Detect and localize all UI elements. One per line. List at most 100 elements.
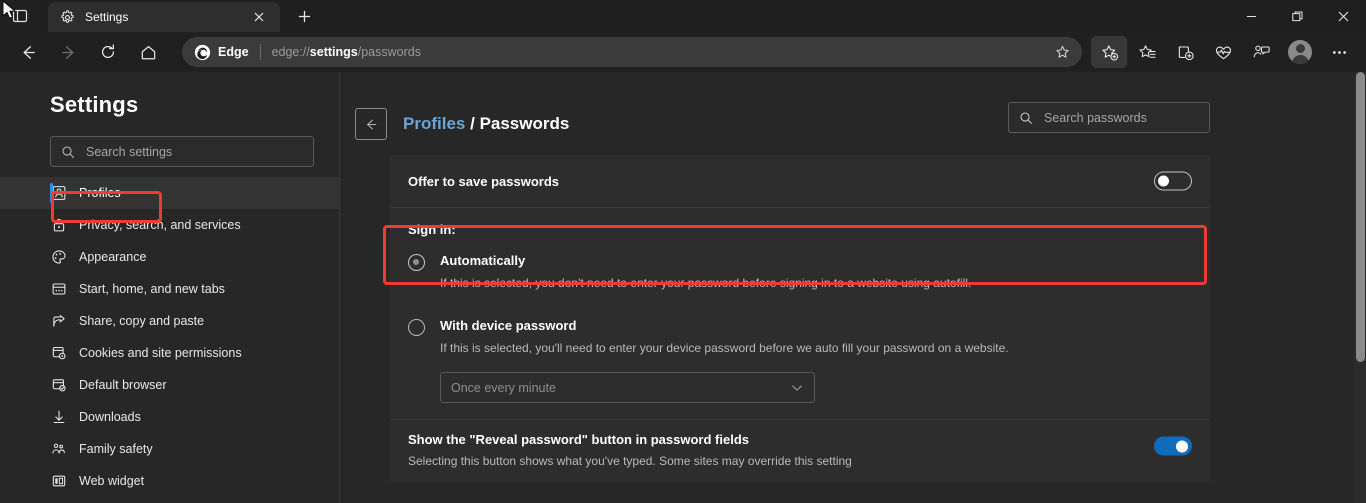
radio-with-device-password[interactable] [408,319,425,337]
browser-tab-settings[interactable]: Settings [48,2,280,32]
omnibox-separator [259,44,261,60]
sidebar-item-family-safety[interactable]: Family safety [0,433,339,465]
edge-brand-chip: Edge [194,44,249,61]
minimize-icon [1246,15,1256,17]
refresh-icon [101,44,115,58]
breadcrumb-current: Passwords [479,114,570,133]
tab-close-button[interactable] [248,6,270,28]
sidebar-item-web-widget[interactable]: Web widget [0,465,339,497]
refresh-button[interactable] [91,35,125,69]
breadcrumb-row: Profiles / Passwords Search passwords [341,72,1366,140]
add-favorite-button[interactable] [1048,38,1076,66]
family-safety-icon [50,441,67,458]
radio-automatically[interactable] [408,254,425,271]
sidebar-item-label: Web widget [79,474,145,488]
search-settings-input[interactable]: Search settings [50,136,314,167]
palette-icon [50,249,67,266]
sidebar-item-label: Privacy, search, and services [79,218,241,232]
web-widget-icon [50,473,67,490]
back-to-profiles-button[interactable] [355,108,387,140]
radio-label: Automatically [440,253,526,268]
sidebar-item-share-copy-paste[interactable]: Share, copy and paste [0,305,339,337]
sidebar-item-label: Default browser [79,378,167,392]
minimize-button[interactable] [1228,0,1274,32]
copilot-button[interactable] [1243,36,1279,68]
settings-page: Settings Search settings Profiles Privac… [0,72,1366,503]
favorites-button[interactable] [1129,36,1165,68]
edge-logo-icon [194,44,211,60]
sidebar-item-label: Profiles [79,186,121,200]
sidebar-item-downloads[interactable]: Downloads [0,401,339,433]
add-favorite-star-icon [1055,45,1069,58]
search-passwords-input[interactable]: Search passwords [1008,102,1210,133]
sign-in-option-with-device-password[interactable]: With device password If this is selected… [408,318,1192,356]
sidebar-item-label: Start, home, and new tabs [79,282,225,296]
url-prefix: edge:// [271,45,310,59]
profile-button[interactable] [1282,36,1318,68]
sign-in-section: Sign in: Automatically If this is select… [390,208,1210,419]
download-icon [50,409,67,426]
url-host: settings [309,45,358,59]
sidebar-item-privacy[interactable]: Privacy, search, and services [0,209,339,241]
sign-in-option-automatically[interactable]: Automatically If this is selected, you d… [408,253,1192,291]
home-icon [141,45,155,59]
toggle-knob [1176,440,1188,453]
more-options-icon [1332,50,1346,54]
home-button[interactable] [131,35,165,69]
radio-description: If this is selected, you don't need to e… [440,276,972,290]
scrollbar-thumb[interactable] [1356,72,1365,362]
select-value: Once every minute [451,380,556,395]
navigation-toolbar: Edge edge://settings/passwords [0,32,1366,72]
back-button[interactable] [11,35,45,69]
restore-icon [1291,11,1302,21]
search-icon [62,145,74,158]
search-icon [1020,111,1032,124]
lock-icon [50,217,67,234]
address-bar[interactable]: Edge edge://settings/passwords [182,37,1082,67]
copilot-icon [1253,45,1270,57]
sidebar-item-start-home-new-tabs[interactable]: Start, home, and new tabs [0,273,339,305]
profiles-icon [50,185,67,202]
page-scrollbar[interactable] [1354,72,1366,503]
browser-essentials-button[interactable] [1205,36,1241,68]
offer-to-save-passwords-label: Offer to save passwords [408,173,559,189]
toggle-knob [1158,175,1169,187]
window-controls [1228,0,1366,32]
sidebar-item-label: Family safety [79,442,153,456]
search-passwords-placeholder: Search passwords [1044,110,1147,125]
radio-description: If this is selected, you'll need to ente… [440,341,1009,356]
close-window-button[interactable] [1320,0,1366,32]
device-password-frequency-select[interactable]: Once every minute [440,372,815,404]
favorites-icon [1138,44,1156,58]
url-path: /passwords [357,45,421,59]
maximize-button[interactable] [1274,0,1320,32]
sidebar-item-profiles[interactable]: Profiles [0,177,339,209]
back-arrow-icon [23,45,35,59]
address-bar-url: edge://settings/passwords [272,45,1048,59]
sidebar-item-default-browser[interactable]: Default browser [0,369,339,401]
offer-to-save-passwords-toggle[interactable] [1154,171,1192,191]
chevron-down-icon [792,385,802,391]
favorites-add-button[interactable] [1091,36,1127,68]
sidebar-item-appearance[interactable]: Appearance [0,241,339,273]
reveal-password-toggle[interactable] [1154,436,1192,456]
forward-arrow-icon [61,45,73,59]
browser-toolbar-right [1090,36,1358,68]
add-favorite-star-icon [1101,44,1118,61]
reveal-password-row[interactable]: Show the "Reveal password" button in pas… [390,420,1210,482]
radio-body: With device password If this is selected… [440,318,1009,356]
tab-actions-button[interactable] [0,0,40,32]
sidebar-item-label: Appearance [79,250,147,264]
collections-button[interactable] [1167,36,1203,68]
forward-button[interactable] [51,35,85,69]
sidebar-item-cookies-site-permissions[interactable]: Cookies and site permissions [0,337,339,369]
tab-actions-icon [12,9,28,23]
plus-icon [298,10,310,22]
breadcrumb: Profiles / Passwords [403,114,569,134]
offer-to-save-passwords-row[interactable]: Offer to save passwords [390,155,1210,207]
share-icon [50,313,67,330]
breadcrumb-parent-link[interactable]: Profiles [403,114,465,133]
settings-and-more-button[interactable] [1321,36,1357,68]
new-tab-button[interactable] [288,1,320,31]
profile-avatar-icon [1288,40,1312,64]
